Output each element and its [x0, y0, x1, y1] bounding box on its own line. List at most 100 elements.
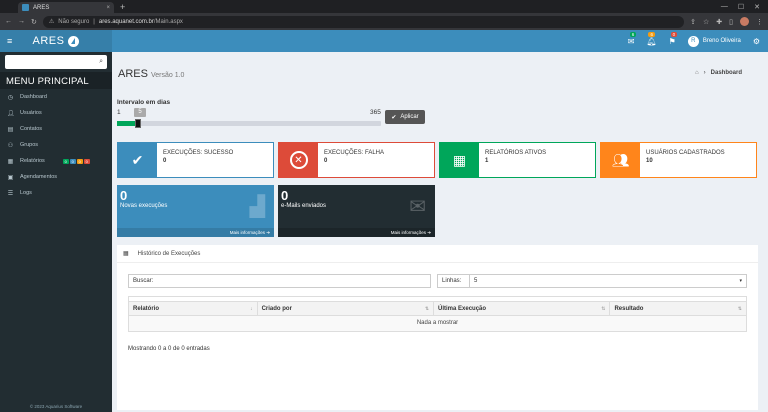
column-header-result[interactable]: Resultado ⇅ [610, 302, 746, 315]
apply-button[interactable]: ✔ Aplicar [385, 110, 425, 124]
notifications-badge: 6 [648, 31, 655, 37]
profile-avatar[interactable] [740, 17, 749, 26]
check-icon: ✔ [391, 114, 397, 121]
sidebar-item-grupos[interactable]: ⚇ Grupos [0, 137, 112, 153]
lines-control: Linhas: 5 ▾ [437, 274, 747, 288]
info-box-failure: ✕ EXECUÇÕES: FALHA 0 [278, 142, 435, 178]
sidebar-item-logs[interactable]: ☰ Logs [0, 185, 112, 201]
sidebar-item-dashboard[interactable]: ◷ Dashboard [0, 89, 112, 105]
info-box-value: 0 [163, 158, 167, 164]
lines-select[interactable]: 5 ▾ [469, 274, 747, 288]
messages-button[interactable]: ✉ 6 [628, 31, 637, 46]
range-min: 1 [117, 109, 121, 116]
slider-handle[interactable] [135, 119, 141, 128]
chevron-down-icon: ▾ [739, 278, 742, 284]
user-menu[interactable]: R Breno Oliveira [687, 35, 741, 47]
dashboard-icon: ◷ [7, 94, 14, 101]
main-content: ARES Versão 1.0 ⌂ › Dashboard Intervalo e… [112, 52, 768, 412]
check-icon: ✔ [118, 143, 157, 177]
app-header: ARES ≡ ✉ 6 🔔︎ 6 ⚑ 0 R Breno Oliveira ⚙ [0, 30, 768, 52]
sailboat-icon [68, 35, 80, 47]
pill-red: 0 [83, 158, 90, 164]
settings-icon[interactable]: ⚙ [753, 37, 760, 46]
times-icon: ✕ [279, 143, 318, 177]
more-info-link[interactable]: Mais informações ➔ [278, 228, 435, 237]
column-header-last-execution[interactable]: Última Execução ⇅ [434, 302, 611, 315]
users-icon: 👥︎ [601, 143, 640, 177]
new-tab-button[interactable]: + [120, 2, 125, 12]
more-info-link[interactable]: Mais informações ➔ [117, 228, 274, 237]
sidebar-footer: © 2023 Aquarius Software [29, 404, 83, 409]
info-box-users: 👥︎ USUÁRIOS CADASTRADOS 10 [600, 142, 757, 178]
panel-title: Histórico de Execuções [137, 250, 201, 257]
notifications-button[interactable]: 🔔︎ 6 [646, 31, 657, 46]
history-panel: ▦ Histórico de Execuções Buscar: Linhas:… [117, 245, 758, 410]
search-field[interactable] [145, 274, 431, 288]
sidebar-search-input[interactable]: ⌕ [5, 55, 107, 69]
tasks-button[interactable]: ⚑ 0 [669, 31, 678, 46]
sidebar-item-label: Agendamentos [20, 174, 57, 180]
sidebar-item-relatorios[interactable]: ▦ Relatórios 0 0 0 0 [0, 153, 112, 169]
day-range-slider[interactable] [117, 119, 381, 128]
column-header-report[interactable]: Relatório ↓ [129, 302, 258, 315]
extensions-icon[interactable]: ✚ [716, 18, 722, 26]
navbar: ≡ ✉ 6 🔔︎ 6 ⚑ 0 R Breno Oliveira ⚙ [7, 30, 768, 52]
warning-icon: ⚠ [48, 19, 55, 25]
star-icon[interactable]: ☆ [703, 18, 709, 26]
calendar-icon: ▣ [7, 174, 14, 181]
user-avatar: R [687, 35, 699, 47]
info-box-label: USUÁRIOS CADASTRADOS [646, 150, 725, 156]
sidebar-toggle-icon[interactable]: ≡ [7, 36, 12, 46]
back-icon[interactable]: ← [5, 18, 12, 25]
address-bar[interactable]: ⚠ Não seguro | ares.aquanet.com.br/Main.… [42, 15, 685, 28]
chevron-right-icon: › [703, 70, 706, 76]
close-tab-icon[interactable]: × [106, 5, 110, 11]
pill-green: 0 [62, 158, 69, 164]
favicon-icon [22, 4, 29, 11]
column-header-created-by[interactable]: Criado por ⇅ [258, 302, 435, 315]
sidebar-item-label: Dashboard [20, 94, 47, 100]
forward-icon[interactable]: → [18, 18, 25, 25]
search-input[interactable] [149, 274, 431, 288]
version-label: Versão 1.0 [150, 72, 185, 79]
apply-label: Aplicar [400, 114, 419, 120]
tasks-badge: 0 [670, 31, 678, 37]
breadcrumb: ⌂ › Dashboard [695, 70, 742, 76]
reload-icon[interactable]: ↻ [31, 18, 37, 26]
share-icon[interactable]: ⇪ [690, 18, 696, 26]
sidebar-item-label: Relatórios [20, 158, 45, 164]
page-title: ARES Versão 1.0 [118, 68, 184, 80]
sidebar-item-agendamentos[interactable]: ▣ Agendamentos [0, 169, 112, 185]
bar-chart-icon: ▟ [249, 196, 265, 218]
search-icon[interactable]: ⌕ [99, 58, 103, 66]
history-table: Relatório ↓ Criado por ⇅ Última Execução ⇅ … [128, 296, 747, 332]
sidepanel-icon[interactable]: ▯ [729, 18, 733, 26]
minimize-icon[interactable]: — [721, 3, 728, 11]
small-box-emails-sent: 0 e-Mails enviados ✉ Mais informações ➔ [278, 185, 435, 237]
sidebar-item-usuarios[interactable]: 👤︎ Usuários [0, 105, 112, 121]
close-window-icon[interactable]: ✕ [754, 3, 760, 11]
url-host: ares.aquanet.com.br [98, 18, 154, 25]
sidebar-item-label: Grupos [20, 142, 39, 148]
empty-row: Nada a mostrar [129, 316, 746, 331]
browser-tab[interactable]: ARES × [18, 2, 114, 13]
browser-tab-strip: ARES × + — ☐ ✕ [0, 0, 768, 13]
info-box-value: 1 [485, 158, 489, 164]
sidebar-item-label: Logs [20, 190, 32, 196]
maximize-icon[interactable]: ☐ [738, 3, 744, 11]
breadcrumb-current: Dashboard [710, 70, 742, 76]
tab-title: ARES [33, 4, 50, 11]
menu-dots-icon[interactable]: ⋮ [756, 18, 763, 26]
page-title-text: ARES [118, 68, 148, 80]
showing-entries: Mostrando 0 a 0 de 0 entradas [128, 346, 210, 352]
lines-label: Linhas: [437, 274, 469, 288]
security-label: Não seguro [58, 18, 90, 25]
app-logo[interactable]: ARES [0, 30, 112, 52]
user-name: Breno Oliveira [702, 38, 741, 44]
sidebar-item-contatos[interactable]: ▤ Contatos [0, 121, 112, 137]
info-box-value: 10 [646, 158, 653, 164]
sidebar-item-label: Contatos [20, 126, 43, 132]
user-icon: 👤︎ [7, 110, 15, 117]
messages-badge: 6 [629, 31, 637, 37]
home-icon[interactable]: ⌂ [695, 70, 699, 76]
